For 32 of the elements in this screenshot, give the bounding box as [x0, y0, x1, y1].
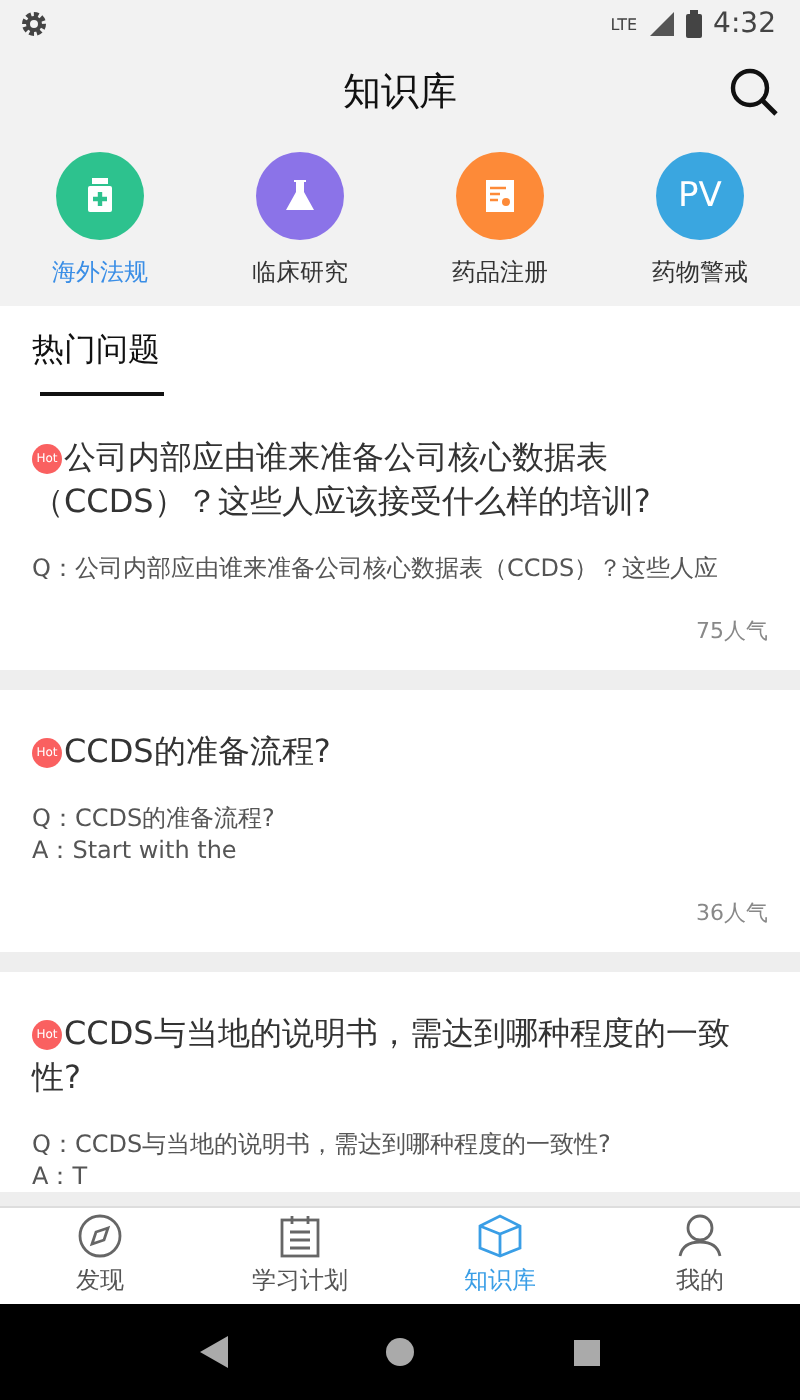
- recents-icon[interactable]: [574, 1339, 601, 1365]
- question-excerpt: A：Start with the: [32, 834, 239, 866]
- box-icon: [478, 1214, 522, 1258]
- bottle-icon: [84, 178, 116, 214]
- tab-item[interactable]: 发现: [0, 1208, 200, 1304]
- category-item[interactable]: 药品注册: [452, 152, 548, 290]
- home-icon[interactable]: [386, 1338, 415, 1366]
- category-item[interactable]: PV 药物警戒: [652, 152, 748, 290]
- battery-icon: [685, 10, 702, 38]
- tab-item[interactable]: 我的: [600, 1208, 800, 1304]
- tab-item[interactable]: 学习计划: [200, 1208, 400, 1304]
- question-excerpt: Q：CCDS的准备流程?: [32, 802, 277, 834]
- certificate-icon: [484, 178, 516, 214]
- view-count: 75人气: [694, 616, 768, 648]
- person-icon: [678, 1214, 722, 1258]
- settings-icon[interactable]: [20, 10, 48, 38]
- question-excerpt: Q：CCDS与当地的说明书，需达到哪种程度的一致性?: [32, 1128, 613, 1160]
- signal-icon: [649, 12, 674, 36]
- category-item[interactable]: 临床研究: [252, 152, 348, 290]
- search-icon[interactable]: [728, 66, 780, 118]
- page-title: 知识库: [343, 68, 457, 118]
- network-label: LTE: [610, 15, 638, 33]
- compass-icon: [78, 1214, 122, 1258]
- category-icon-text: PV: [678, 176, 722, 216]
- question-excerpt: Q：公司内部应由谁来准备公司核心数据表（CCDS）？这些人应: [32, 552, 721, 584]
- view-count: 36人气: [694, 898, 768, 930]
- back-icon[interactable]: [199, 1336, 228, 1368]
- question-excerpt: A：T: [32, 1160, 90, 1192]
- status-time: 4:32: [713, 8, 776, 40]
- calendar-icon: [280, 1214, 320, 1258]
- flask-icon: [282, 178, 318, 214]
- section-title: 热门问题: [32, 328, 162, 372]
